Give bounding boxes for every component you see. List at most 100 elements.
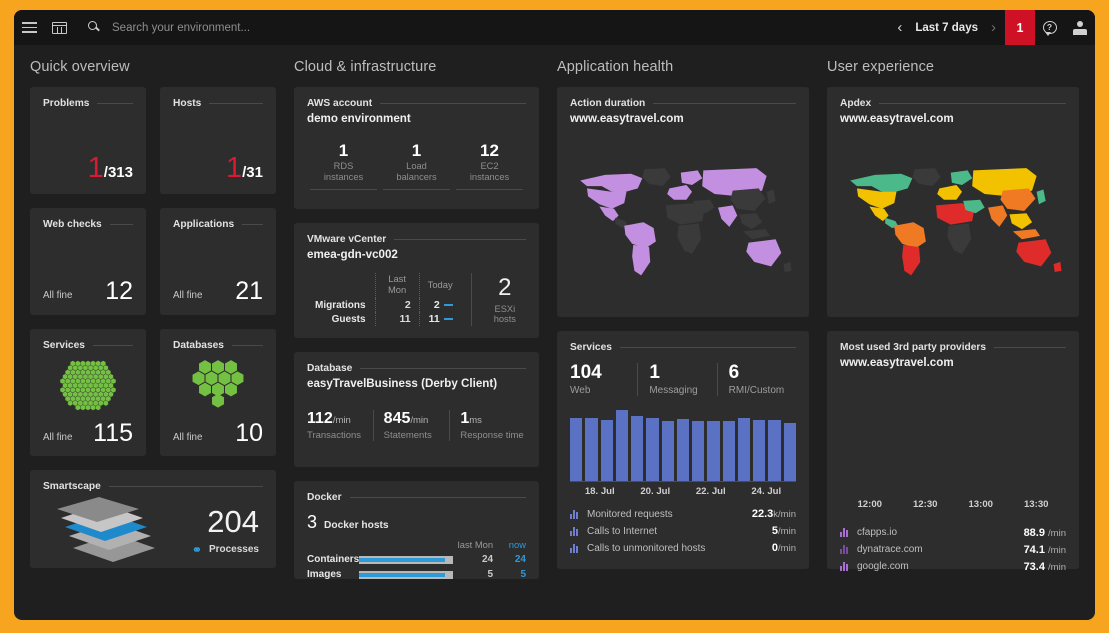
tile-action-duration[interactable]: Action duration www.easytravel.com	[557, 87, 809, 317]
web-checks-summary: All fine 12	[43, 279, 133, 304]
value: 88.9	[1024, 527, 1045, 539]
global-search[interactable]	[88, 21, 888, 35]
search-icon	[88, 21, 102, 35]
search-input[interactable]	[112, 22, 412, 34]
menu-button[interactable]	[14, 10, 44, 45]
database-metrics-row: 112/min Transactions 845/min Statements …	[307, 410, 526, 441]
stat-key-line1: EC2	[456, 161, 523, 173]
metric-row[interactable]: Calls to Internet 5/min	[570, 523, 796, 540]
tile-header: Apdex	[840, 98, 1066, 109]
timerange-prev-button[interactable]: ‹	[888, 10, 911, 45]
table-header-row: last Mon now	[307, 539, 526, 552]
tile-services[interactable]: Services All fine 115	[30, 329, 146, 456]
column-cloud-infrastructure: Cloud & infrastructure AWS account demo …	[294, 59, 539, 593]
status-text: All fine	[173, 432, 202, 446]
x-tick-label: 20. Jul	[628, 486, 684, 497]
third-party-providers-stacked-bar-chart[interactable]	[840, 389, 1066, 495]
tile-label: Database	[307, 363, 352, 374]
tile-hosts[interactable]: Hosts 1 /31	[160, 87, 276, 194]
docker-row-last: 5	[453, 567, 493, 582]
third-party-metric-list: cfapps.io 88.9 /min dynatrace.com 74.1 /…	[840, 524, 1066, 575]
stat-key: Messaging	[649, 385, 716, 396]
tile-smartscape[interactable]: Smartscape 204	[30, 470, 276, 568]
column-application-health: Application health Action duration www.e…	[557, 59, 809, 593]
x-tick-label: 13:00	[953, 499, 1009, 510]
quick-overview-row-1: Problems 1 /313 Hosts	[30, 87, 276, 208]
metric-value: 74.1 /min	[1024, 544, 1066, 556]
table-row: Migrations 2 2	[307, 298, 461, 312]
tile-header: Databases	[173, 340, 263, 351]
bar-fill	[359, 558, 445, 562]
tile-header: Action duration	[570, 98, 796, 109]
smartscape-layers-icon	[43, 496, 163, 566]
tile-label: Problems	[43, 98, 89, 109]
timerange-next-button[interactable]: ›	[982, 10, 1005, 45]
services-summary: All fine 115	[43, 421, 133, 446]
metric-row[interactable]: dynatrace.com 74.1 /min	[840, 541, 1066, 558]
tile-database[interactable]: Database easyTravelBusiness (Derby Clien…	[294, 352, 539, 467]
tile-web-checks[interactable]: Web checks All fine 12	[30, 208, 146, 315]
tile-rule	[93, 345, 133, 346]
tile-vmware-vcenter[interactable]: VMware vCenter emea-gdn-vc002 Last Mon T…	[294, 223, 539, 338]
alert-count-badge[interactable]: 1	[1005, 10, 1035, 45]
bar	[646, 418, 658, 481]
bar	[570, 418, 582, 480]
metric-name: dynatrace.com	[857, 544, 923, 555]
tile-header: VMware vCenter	[307, 234, 526, 245]
tile-rule	[110, 224, 133, 225]
tile-rule	[994, 347, 1066, 348]
tile-third-party-providers[interactable]: Most used 3rd party providers www.easytr…	[827, 331, 1079, 569]
docker-row-bar	[359, 567, 452, 582]
top-navigation-bar: ‹ Last 7 days › 1 ?	[14, 10, 1095, 45]
docker-row-label: Images	[307, 567, 359, 582]
tile-aws-account[interactable]: AWS account demo environment 1 RDS insta…	[294, 87, 539, 209]
vcenter-row-last: 2	[375, 298, 419, 312]
tile-apdex[interactable]: Apdex www.easytravel.com	[827, 87, 1079, 317]
tile-rule	[394, 239, 526, 240]
tile-problems[interactable]: Problems 1 /313	[30, 87, 146, 194]
tile-databases[interactable]: Databases All fine 10	[160, 329, 276, 456]
tile-label: VMware vCenter	[307, 234, 386, 245]
world-map-action-duration[interactable]	[570, 135, 796, 313]
world-map-apdex[interactable]	[840, 135, 1066, 313]
vcenter-name: emea-gdn-vc002	[307, 248, 526, 261]
tile-rule	[360, 368, 526, 369]
smartscape-count: 204	[192, 506, 259, 537]
bar-fill	[359, 573, 445, 577]
tile-services-chart[interactable]: Services 104 Web 1 Messaging 6 RMI/Custo…	[557, 331, 809, 569]
metric-name: google.com	[857, 561, 909, 572]
dashboards-button[interactable]	[44, 10, 74, 45]
status-text: All fine	[43, 290, 72, 304]
metric-row[interactable]: cfapps.io 88.9 /min	[840, 524, 1066, 541]
stat-key: Web	[570, 385, 637, 396]
column-user-experience: User experience Apdex www.easytravel.com…	[827, 59, 1079, 593]
metric-row[interactable]: google.com 73.4 /min	[840, 558, 1066, 575]
x-tick-label: 13:30	[1009, 499, 1065, 510]
services-stat-rmi: 6 RMI/Custom	[717, 363, 796, 396]
tile-header: Services	[43, 340, 133, 351]
tile-label: Most used 3rd party providers	[840, 342, 986, 353]
help-button[interactable]: ?	[1035, 10, 1065, 45]
docker-row-now: 24	[493, 552, 526, 567]
metric-row[interactable]: Calls to unmonitored hosts 0/min	[570, 540, 796, 557]
timerange-selector[interactable]: Last 7 days	[911, 10, 982, 45]
value: 22.3	[752, 508, 773, 520]
bar	[616, 410, 628, 481]
value: 845	[384, 410, 411, 427]
user-menu-button[interactable]	[1065, 10, 1095, 45]
services-stat-web: 104 Web	[570, 363, 637, 396]
tile-applications[interactable]: Applications All fine 21	[160, 208, 276, 315]
tile-docker[interactable]: Docker 3 Docker hosts last Mon now Con	[294, 481, 539, 579]
services-stat-messaging: 1 Messaging	[637, 363, 716, 396]
services-requests-bar-chart[interactable]	[570, 410, 796, 482]
docker-hosts-count: 3	[307, 512, 317, 533]
databases-hex-cluster	[173, 353, 263, 421]
column-title-user-experience: User experience	[827, 59, 1079, 75]
services-stats-row: 104 Web 1 Messaging 6 RMI/Custom	[570, 363, 796, 396]
metric-value: 5/min	[772, 525, 796, 537]
vcenter-esxi-hosts: 2 ESXi hosts	[471, 273, 526, 326]
sparkline-icon	[444, 304, 453, 306]
metric-row[interactable]: Monitored requests 22.3k/min	[570, 506, 796, 523]
tile-label: Action duration	[570, 98, 645, 109]
unit: /min	[1048, 562, 1066, 573]
